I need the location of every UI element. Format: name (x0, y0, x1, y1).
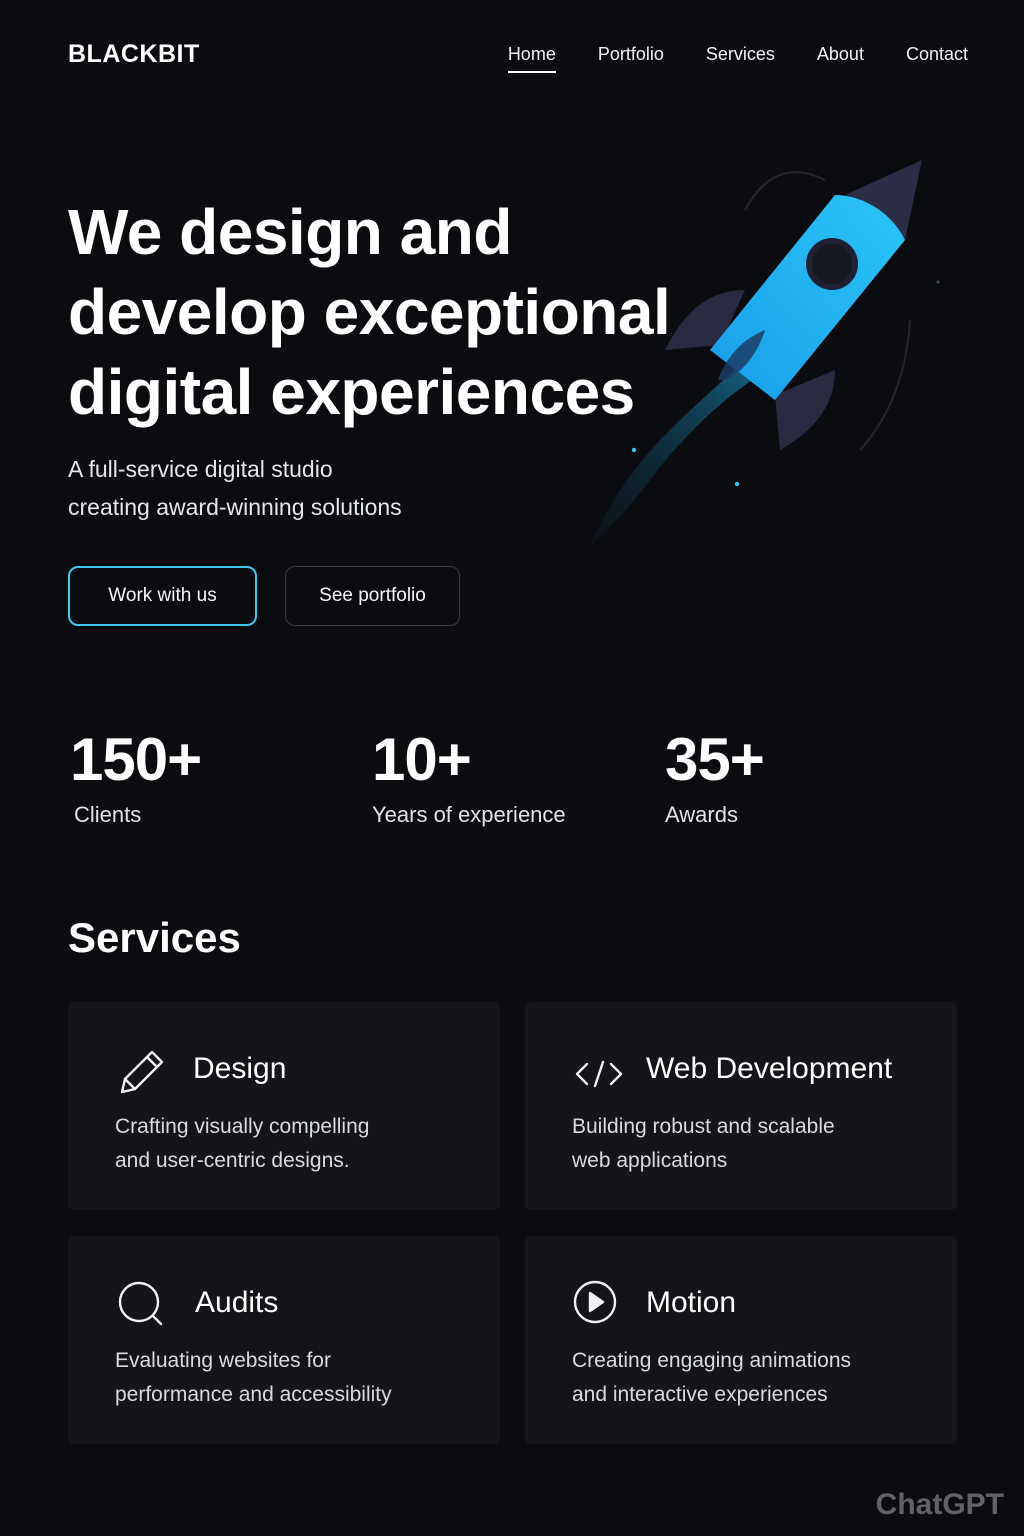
service-card-motion[interactable]: Motion Creating engaging animations and … (525, 1236, 957, 1444)
service-description-line: performance and accessibility (115, 1383, 392, 1406)
service-description-line: and interactive experiences (572, 1383, 828, 1406)
service-description-line: web applications (572, 1149, 728, 1172)
watermark: ChatGPT (875, 1488, 1004, 1521)
stat-label: Years of experience (372, 802, 566, 827)
stat-years: 10+ Years of experience (372, 726, 566, 830)
service-description-line: Evaluating websites for (115, 1349, 331, 1372)
hero-subtitle-line: A full-service digital studio (68, 456, 333, 482)
hero-subtitle: A full-service digital studio creating a… (68, 450, 488, 526)
see-portfolio-button[interactable]: See portfolio (285, 566, 460, 626)
stat-value: 150+ (70, 726, 202, 793)
service-description-line: Building robust and scalable (572, 1115, 835, 1138)
service-description-line: Creating engaging animations (572, 1349, 852, 1372)
nav-services[interactable]: Services (706, 44, 775, 73)
service-description: Evaluating websites for performance and … (115, 1344, 455, 1412)
rocket-icon (588, 160, 940, 550)
nav-about[interactable]: About (817, 44, 864, 73)
stat-value: 10+ (372, 726, 472, 793)
services-heading: Services (68, 914, 241, 961)
stat-label: Awards (665, 802, 738, 827)
stat-label: Clients (74, 802, 142, 827)
pencil-icon (120, 1050, 164, 1094)
page: BLACKBIT Home Portfolio Services About C… (0, 0, 1024, 1536)
search-icon (118, 1281, 163, 1326)
service-description: Creating engaging animations and interac… (572, 1344, 912, 1412)
stat-clients: 150+ Clients (70, 726, 202, 830)
service-description: Building robust and scalable web applica… (572, 1110, 912, 1178)
main-nav: Home Portfolio Services About Contact (507, 44, 968, 73)
stat-awards: 35+ Awards (665, 726, 765, 830)
play-icon (573, 1280, 617, 1324)
stat-value: 35+ (665, 726, 765, 793)
service-title: Motion (646, 1286, 737, 1319)
service-description: Crafting visually compelling and user-ce… (115, 1110, 455, 1178)
service-card-web-development[interactable]: Web Development Building robust and scal… (525, 1002, 957, 1210)
service-description-line: and user-centric designs. (115, 1149, 350, 1172)
brand-logo[interactable]: BLACKBIT (68, 40, 200, 69)
service-title: Audits (195, 1286, 279, 1319)
hero-subtitle-line: creating award-winning solutions (68, 494, 402, 520)
service-title: Web Development (646, 1052, 893, 1085)
work-with-us-button[interactable]: Work with us (68, 566, 257, 626)
service-card-design[interactable]: Design Crafting visually compelling and … (68, 1002, 500, 1210)
code-icon (575, 1060, 623, 1088)
service-description-line: Crafting visually compelling (115, 1115, 370, 1138)
service-card-audits[interactable]: Audits Evaluating websites for performan… (68, 1236, 500, 1444)
nav-portfolio[interactable]: Portfolio (598, 44, 664, 73)
nav-home[interactable]: Home (507, 44, 556, 73)
nav-contact[interactable]: Contact (906, 44, 968, 73)
service-title: Design (193, 1052, 287, 1085)
